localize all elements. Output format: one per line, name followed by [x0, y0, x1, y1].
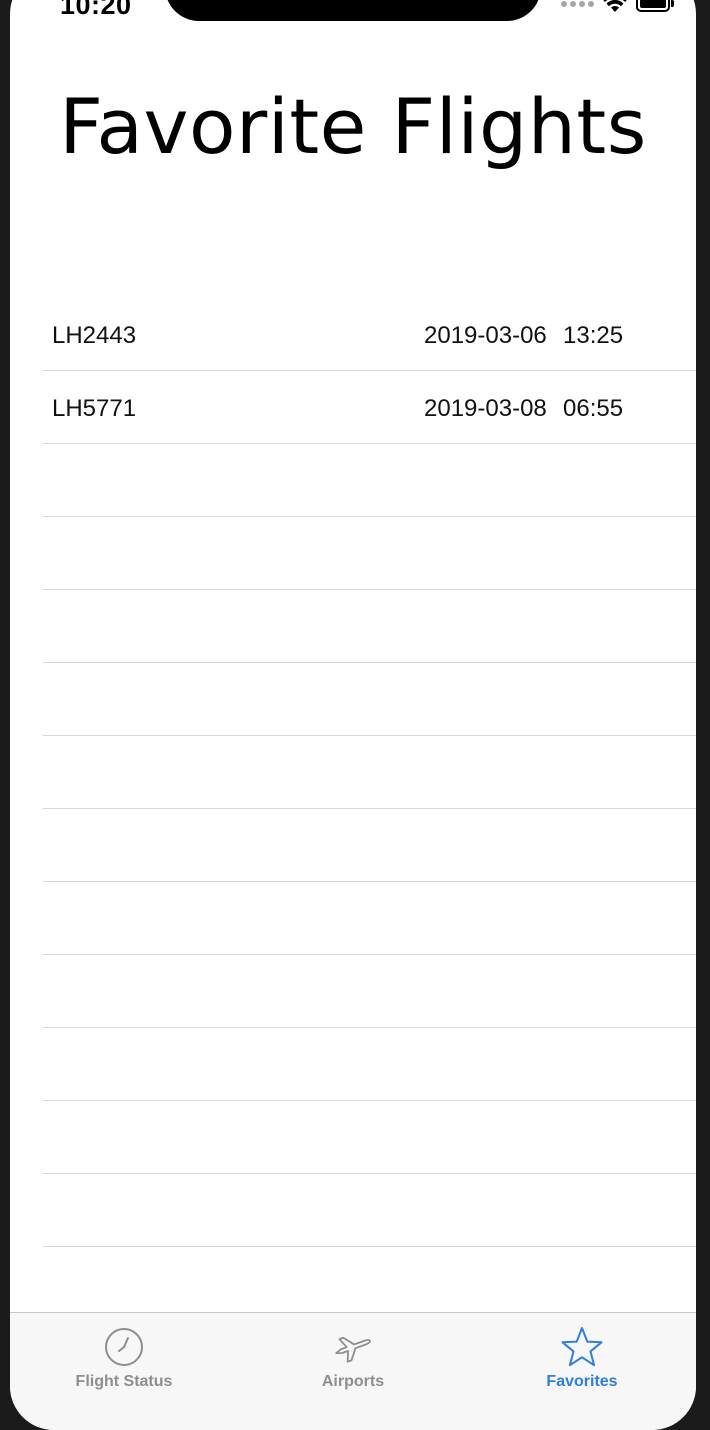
cellular-signal-icon: [561, 0, 594, 7]
empty-row: [43, 1101, 696, 1174]
flight-date: 2019-03-06: [424, 322, 547, 349]
phone-screen: 10:20 Favorite Flights LH2443 2019-03-06…: [10, 0, 696, 1430]
flight-number: LH5771: [52, 395, 137, 422]
tab-flight-status[interactable]: Flight Status: [24, 1313, 224, 1391]
tab-label: Flight Status: [75, 1373, 173, 1390]
empty-row: [43, 955, 696, 1028]
empty-row: [43, 809, 696, 882]
star-icon: [561, 1327, 603, 1367]
empty-row: [43, 444, 696, 517]
flight-time: 13:25: [563, 322, 624, 349]
flight-time: 06:55: [563, 395, 624, 422]
tab-favorites[interactable]: Favorites: [482, 1313, 682, 1391]
status-time: 10:20: [60, 0, 132, 20]
status-icons: [561, 0, 674, 13]
empty-row: [43, 1174, 696, 1247]
tab-label: Favorites: [546, 1373, 618, 1390]
airplane-icon: [335, 1336, 371, 1363]
battery-icon: [636, 0, 674, 12]
flight-number: LH2443: [52, 322, 137, 349]
flight-row[interactable]: LH5771 2019-03-08 06:55: [43, 371, 696, 444]
empty-row: [43, 736, 696, 809]
flight-date: 2019-03-08: [424, 395, 547, 422]
page-title: Favorite Flights: [59, 82, 647, 171]
empty-row: [43, 663, 696, 736]
device-notch: [165, 0, 541, 21]
wifi-icon: [603, 0, 627, 12]
empty-row: [43, 882, 696, 955]
flight-row[interactable]: LH2443 2019-03-06 13:25: [43, 298, 696, 371]
favorites-list: LH2443 2019-03-06 13:25 LH5771 2019-03-0…: [43, 298, 696, 1247]
tab-label: Airports: [321, 1373, 385, 1390]
clock-icon: [105, 1328, 143, 1366]
empty-row: [43, 1028, 696, 1101]
empty-row: [43, 590, 696, 663]
tab-airports[interactable]: Airports: [253, 1313, 453, 1391]
empty-row: [43, 517, 696, 590]
tab-bar: Flight Status Airports Favorites: [10, 1312, 696, 1430]
